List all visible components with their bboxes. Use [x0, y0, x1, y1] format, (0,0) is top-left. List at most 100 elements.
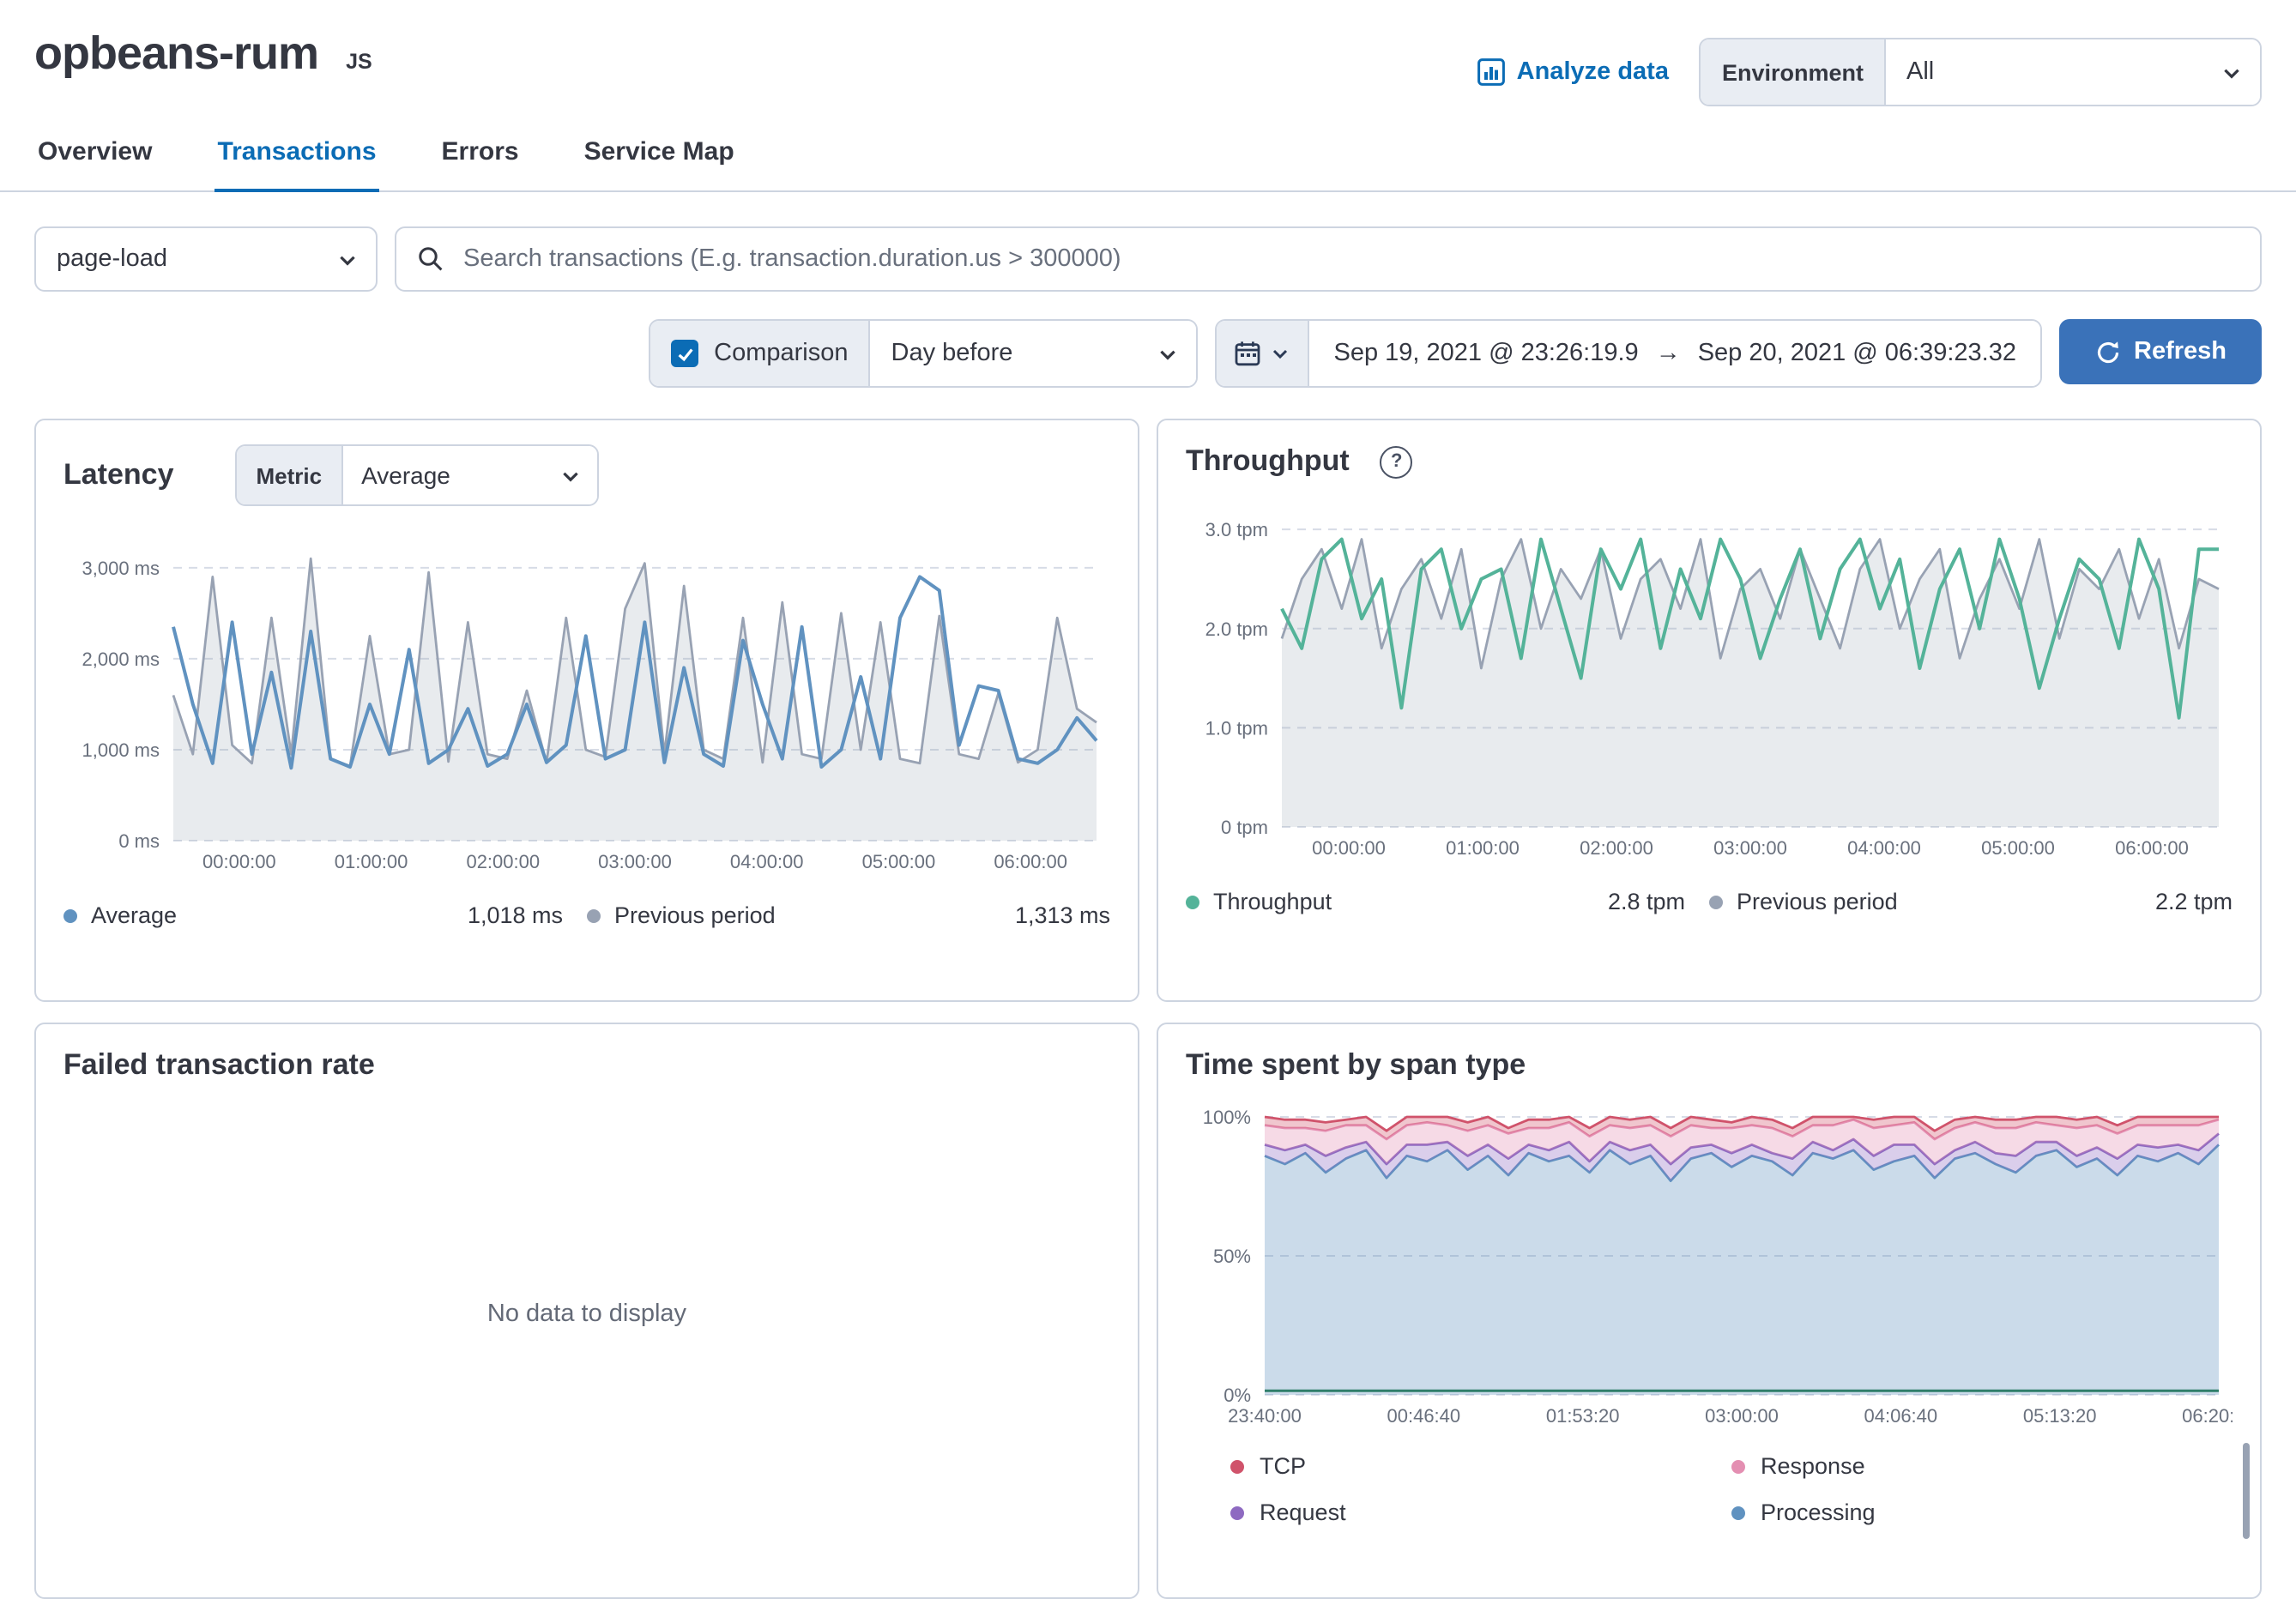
no-data-message: No data to display: [487, 1300, 686, 1328]
metric-label: Metric: [238, 446, 343, 504]
legend-item-request[interactable]: Request: [1230, 1499, 1731, 1525]
svg-text:01:53:20: 01:53:20: [1546, 1405, 1620, 1427]
svg-text:00:46:40: 00:46:40: [1387, 1405, 1461, 1427]
time-spent-by-span-type-panel: Time spent by span type 0%50%100%23:40:0…: [1157, 1023, 2262, 1599]
environment-label: Environment: [1701, 39, 1886, 105]
arrow-right-icon: →: [1656, 340, 1681, 367]
legend-label: Request: [1260, 1499, 1346, 1525]
refresh-button[interactable]: Refresh: [2059, 319, 2262, 384]
transaction-type-select[interactable]: page-load: [34, 226, 378, 292]
comparison-checkbox[interactable]: [671, 340, 698, 367]
help-icon[interactable]: ?: [1381, 445, 1413, 478]
svg-text:0 ms: 0 ms: [118, 830, 160, 852]
environment-value: All: [1906, 58, 1934, 86]
svg-text:50%: 50%: [1213, 1246, 1251, 1267]
svg-text:2,000 ms: 2,000 ms: [82, 649, 160, 670]
svg-text:0%: 0%: [1224, 1385, 1251, 1406]
svg-text:3,000 ms: 3,000 ms: [82, 558, 160, 579]
tab-errors[interactable]: Errors: [438, 137, 523, 190]
transaction-type-value: page-load: [57, 245, 167, 273]
tab-overview[interactable]: Overview: [34, 137, 155, 190]
svg-text:05:13:20: 05:13:20: [2023, 1405, 2097, 1427]
legend-label: TCP: [1260, 1453, 1306, 1479]
svg-text:01:00:00: 01:00:00: [335, 851, 408, 872]
search-box: [395, 226, 2262, 292]
metric-select[interactable]: Average: [342, 446, 596, 504]
environment-control: Environment All: [1700, 38, 2262, 106]
date-picker: Sep 19, 2021 @ 23:26:19.9 → Sep 20, 2021…: [1216, 319, 2043, 388]
latency-panel: Latency Metric Average 0 ms1,000 ms2,000…: [34, 419, 1139, 1002]
legend-item-throughput[interactable]: Throughput 2.8 tpm: [1186, 889, 1709, 914]
svg-text:05:00:00: 05:00:00: [862, 851, 936, 872]
svg-text:04:06:40: 04:06:40: [1864, 1405, 1938, 1427]
legend-label: Previous period: [614, 902, 776, 928]
legend-item-tcp[interactable]: TCP: [1230, 1453, 1731, 1479]
search-transactions-input[interactable]: [460, 244, 2239, 275]
span-type-chart[interactable]: 0% 50% 100% 23:40:00 00:46:40 01:53:20 03:00:0…: [1186, 1100, 2233, 1429]
chevron-down-icon: [559, 464, 581, 486]
calendar-button[interactable]: [1217, 321, 1310, 386]
svg-text:03:00:00: 03:00:00: [1705, 1405, 1779, 1427]
comparison-period-select[interactable]: Day before: [871, 321, 1197, 386]
legend-label: Throughput: [1213, 889, 1332, 914]
refresh-label: Refresh: [2134, 338, 2227, 365]
series-dot: [1731, 1459, 1745, 1473]
latency-metric-control: Metric Average: [236, 444, 599, 506]
throughput-chart[interactable]: 0 tpm 1.0 tpm 2.0 tpm 3.0 tpm 00:00:00 01:00:…: [1186, 492, 2233, 861]
environment-select[interactable]: All: [1886, 39, 2260, 105]
analyze-data-link[interactable]: Analyze data: [1477, 58, 1669, 86]
comparison-period-value: Day before: [891, 340, 1013, 367]
svg-text:00:00:00: 00:00:00: [202, 851, 276, 872]
legend-value: 2.8 tpm: [1608, 889, 1709, 914]
failed-transaction-rate-panel: Failed transaction rate No data to displ…: [34, 1023, 1139, 1599]
legend-label: Previous period: [1737, 889, 1898, 914]
latency-legend: Average 1,018 ms Previous period 1,313 m…: [63, 902, 1110, 928]
legend-label: Processing: [1761, 1499, 1876, 1525]
svg-text:06:00:00: 06:00:00: [994, 851, 1067, 872]
series-dot: [1709, 895, 1723, 908]
throughput-title: Throughput: [1186, 444, 1350, 479]
legend-item-previous-period[interactable]: Previous period 1,313 ms: [587, 902, 1110, 928]
legend-scrollbar[interactable]: [2243, 1443, 2250, 1539]
chevron-down-icon: [1271, 343, 1291, 364]
svg-text:2.0 tpm: 2.0 tpm: [1205, 618, 1268, 640]
comparison-label: Comparison: [714, 340, 848, 367]
latency-title: Latency: [63, 458, 174, 492]
legend-label: Response: [1761, 1453, 1865, 1479]
legend-item-previous-period[interactable]: Previous period 2.2 tpm: [1709, 889, 2233, 914]
date-end[interactable]: Sep 20, 2021 @ 06:39:23.32: [1698, 340, 2016, 367]
svg-text:03:00:00: 03:00:00: [598, 851, 672, 872]
page-title: opbeans-rum: [34, 27, 318, 81]
svg-text:23:40:00: 23:40:00: [1228, 1405, 1302, 1427]
throughput-legend: Throughput 2.8 tpm Previous period 2.2 t…: [1186, 889, 2233, 914]
svg-text:1.0 tpm: 1.0 tpm: [1205, 717, 1268, 739]
span-type-legend: TCP Response Request Processing: [1230, 1453, 2233, 1525]
tab-service-map[interactable]: Service Map: [581, 137, 738, 190]
legend-item-processing[interactable]: Processing: [1731, 1499, 2233, 1525]
page-header: opbeans-rum JS Analyze data Environment …: [0, 0, 2296, 106]
legend-value: 1,313 ms: [1015, 902, 1110, 928]
svg-text:04:00:00: 04:00:00: [730, 851, 804, 872]
failed-rate-title: Failed transaction rate: [63, 1048, 375, 1083]
legend-item-average[interactable]: Average 1,018 ms: [63, 902, 587, 928]
bar-chart-icon: [1477, 58, 1505, 86]
svg-text:02:00:00: 02:00:00: [466, 851, 540, 872]
legend-label: Average: [91, 902, 177, 928]
latency-chart[interactable]: 0 ms1,000 ms2,000 ms3,000 ms00:00:0001:0…: [63, 523, 1110, 875]
search-icon: [417, 245, 444, 273]
svg-text:0 tpm: 0 tpm: [1221, 817, 1268, 838]
svg-text:00:00:00: 00:00:00: [1312, 837, 1386, 859]
date-start[interactable]: Sep 19, 2021 @ 23:26:19.9: [1334, 340, 1639, 367]
svg-text:04:00:00: 04:00:00: [1847, 837, 1921, 859]
svg-text:01:00:00: 01:00:00: [1446, 837, 1520, 859]
series-dot: [1230, 1505, 1244, 1519]
svg-text:100%: 100%: [1203, 1107, 1251, 1128]
legend-item-response[interactable]: Response: [1731, 1453, 2233, 1479]
tab-transactions[interactable]: Transactions: [214, 137, 379, 192]
svg-text:3.0 tpm: 3.0 tpm: [1205, 519, 1268, 540]
tab-bar: Overview Transactions Errors Service Map: [0, 137, 2296, 192]
metric-value: Average: [361, 462, 450, 489]
series-dot: [1731, 1505, 1745, 1519]
series-dot: [587, 908, 601, 922]
chevron-down-icon: [336, 248, 359, 270]
